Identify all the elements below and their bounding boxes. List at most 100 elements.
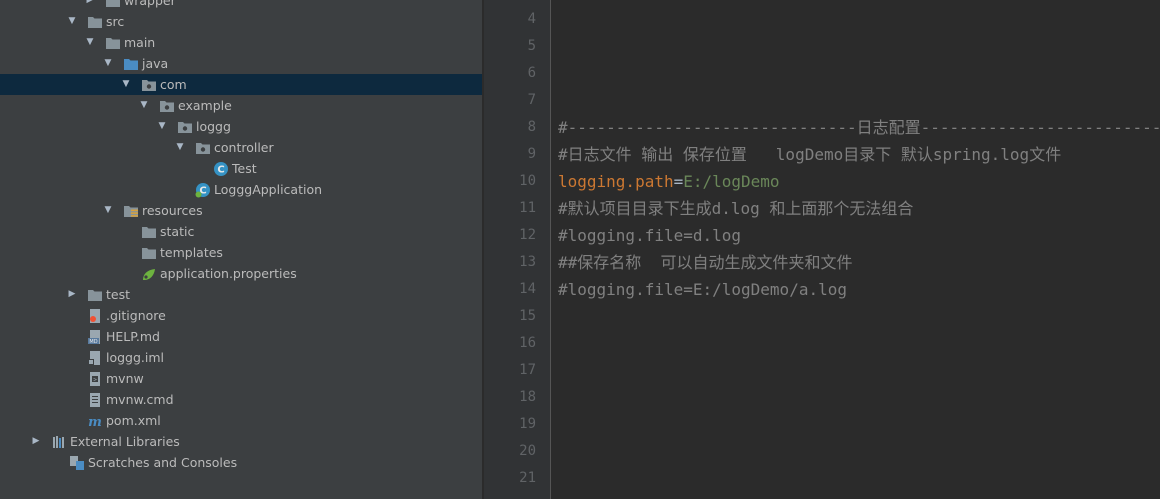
line-number: 6 [527, 65, 536, 81]
chevron-down-icon[interactable]: ▼ [102, 200, 114, 221]
folder-icon [87, 287, 103, 303]
line-number: 15 [519, 308, 536, 324]
line-number: 19 [519, 416, 536, 432]
tree-item-scratches-and-consoles[interactable]: Scratches and Consoles [0, 452, 482, 473]
tree-item-label: External Libraries [70, 434, 180, 449]
tree-item-application-properties[interactable]: application.properties [0, 263, 482, 284]
line-number: 14 [519, 281, 536, 297]
tree-item-label: loggg.iml [106, 350, 165, 365]
resources-folder-icon [123, 203, 139, 219]
tree-item-label: LogggApplication [214, 182, 323, 197]
property-separator: = [673, 172, 684, 191]
iml-file-icon [87, 350, 103, 366]
tree-item-label: test [106, 287, 131, 302]
svg-text:>: > [93, 376, 97, 383]
tree-item-label: com [160, 77, 187, 92]
tree-item-label: Scratches and Consoles [88, 455, 238, 470]
chevron-down-icon[interactable]: ▼ [156, 116, 168, 137]
package-icon [159, 98, 175, 114]
chevron-down-icon[interactable]: ▼ [84, 32, 96, 53]
line-number: 21 [519, 470, 536, 486]
chevron-down-icon[interactable]: ▼ [174, 137, 186, 158]
folder-icon [105, 35, 121, 51]
tree-item-label: Test [232, 161, 257, 176]
tree-item-label: resources [142, 203, 203, 218]
svg-text:C: C [217, 165, 224, 176]
code-line[interactable]: #logging.file=d.log [558, 222, 741, 249]
tree-item-help-md[interactable]: MD HELP.md [0, 326, 482, 347]
tree-item-label: .gitignore [106, 308, 166, 323]
folder-icon [105, 0, 121, 9]
package-icon [195, 140, 211, 156]
code-line[interactable]: #logging.file=E:/logDemo/a.log [558, 276, 847, 303]
text-file-icon [87, 392, 103, 408]
chevron-down-icon[interactable]: ▼ [138, 95, 150, 116]
source-folder-icon [123, 56, 139, 72]
svg-text:m: m [88, 415, 102, 429]
package-icon [141, 77, 157, 93]
code-editor[interactable]: #------------------------------日志配置-----… [551, 0, 1160, 499]
tree-item-logggapplication[interactable]: C LogggApplication [0, 179, 482, 200]
tree-item-label: mvnw.cmd [106, 392, 174, 407]
line-number: 12 [519, 227, 536, 243]
line-number: 18 [519, 389, 536, 405]
tree-item-static[interactable]: static [0, 221, 482, 242]
gitignore-file-icon [87, 308, 103, 324]
property-value: E:/logDemo [683, 172, 780, 191]
tree-item-mvnw[interactable]: > mvnw [0, 368, 482, 389]
tree-item-test[interactable]: ▶ test [0, 284, 482, 305]
tree-item-loggg[interactable]: ▼ loggg [0, 116, 482, 137]
tree-item-label: templates [160, 245, 223, 260]
code-line[interactable]: #------------------------------日志配置-----… [558, 114, 1160, 141]
tree-item-templates[interactable]: templates [0, 242, 482, 263]
tree-item-label: mvnw [106, 371, 144, 386]
tree-item-label: application.properties [160, 266, 297, 281]
folder-icon [87, 14, 103, 30]
spring-boot-class-icon: C [195, 182, 211, 198]
tree-item-main[interactable]: ▼ main [0, 32, 482, 53]
chevron-down-icon[interactable]: ▼ [102, 53, 114, 74]
code-line[interactable]: logging.path=E:/logDemo [558, 168, 780, 195]
tree-item-example[interactable]: ▼ example [0, 95, 482, 116]
tree-item-label: HELP.md [106, 329, 160, 344]
libraries-icon [51, 434, 67, 450]
tree-item-label: main [124, 35, 156, 50]
chevron-right-icon[interactable]: ▶ [66, 284, 78, 305]
tree-item-java[interactable]: ▼ java [0, 53, 482, 74]
tree-item-mvnw-cmd[interactable]: mvnw.cmd [0, 389, 482, 410]
code-line[interactable]: ##保存名称 可以自动生成文件夹和文件 [558, 249, 853, 276]
line-number: 10 [519, 173, 536, 189]
tree-item-label: pom.xml [106, 413, 161, 428]
script-file-icon: > [87, 371, 103, 387]
tree-item-controller[interactable]: ▼ controller [0, 137, 482, 158]
code-line[interactable]: #默认项目目录下生成d.log 和上面那个无法组合 [558, 195, 913, 222]
tree-item-label: java [142, 56, 169, 71]
scratches-icon [69, 455, 85, 471]
tree-item-label: static [160, 224, 195, 239]
tree-item-gitignore[interactable]: .gitignore [0, 305, 482, 326]
tree-item-resources[interactable]: ▼ resources [0, 200, 482, 221]
chevron-right-icon[interactable]: ▶ [30, 431, 42, 452]
chevron-right-icon[interactable]: ▶ [84, 0, 96, 11]
tree-item-external-libraries[interactable]: ▶ External Libraries [0, 431, 482, 452]
tree-item-label: src [106, 14, 125, 29]
project-tree-panel[interactable]: ▶ wrapper ▼ src ▼ main ▼ java ▼ com ▼ example ▼ loggg… [0, 0, 482, 499]
line-number: 7 [527, 92, 536, 108]
markdown-file-icon: MD [87, 329, 103, 345]
code-line[interactable]: #日志文件 输出 保存位置 logDemo目录下 默认spring.log文件 [558, 141, 1061, 168]
line-number: 13 [519, 254, 536, 270]
maven-icon: m [87, 413, 103, 430]
tree-item-label: example [178, 98, 232, 113]
folder-icon [141, 224, 157, 240]
tree-item-loggg-iml[interactable]: loggg.iml [0, 347, 482, 368]
tree-item-com[interactable]: ▼ com [0, 74, 482, 95]
chevron-down-icon[interactable]: ▼ [120, 74, 132, 95]
tree-item-pom-xml[interactable]: m pom.xml [0, 410, 482, 431]
tree-item-test[interactable]: C Test [0, 158, 482, 179]
tree-item-src[interactable]: ▼ src [0, 11, 482, 32]
chevron-down-icon[interactable]: ▼ [66, 11, 78, 32]
tree-item-wrapper[interactable]: ▶ wrapper [0, 0, 482, 11]
line-number: 8 [527, 119, 536, 135]
property-key: logging.path [558, 172, 674, 191]
svg-text:MD: MD [89, 339, 97, 345]
